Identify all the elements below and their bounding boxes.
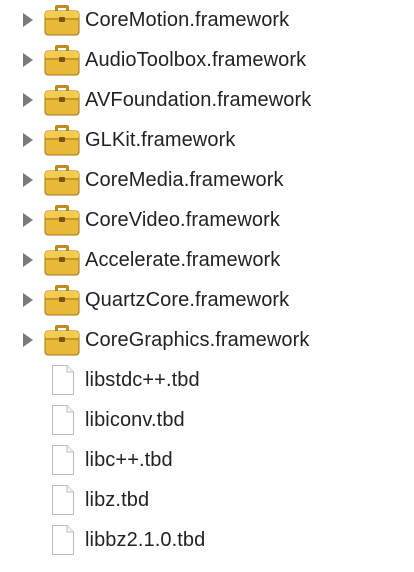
library-label: libc++.tbd (85, 449, 173, 471)
disclosure-triangle-icon[interactable] (22, 212, 34, 228)
tree-row-framework[interactable]: GLKit.framework (0, 120, 414, 160)
tree-row-library[interactable]: libbz2.1.0.tbd (0, 520, 414, 560)
framework-label: Accelerate.framework (85, 249, 281, 271)
framework-label: CoreGraphics.framework (85, 329, 310, 351)
framework-label: AVFoundation.framework (85, 89, 312, 111)
library-label: libz.tbd (85, 489, 150, 511)
disclosure-triangle-icon[interactable] (22, 92, 34, 108)
library-label: libiconv.tbd (85, 409, 185, 431)
tree-row-library[interactable]: libz.tbd (0, 480, 414, 520)
tree-row-framework[interactable]: Accelerate.framework (0, 240, 414, 280)
document-icon (51, 484, 75, 516)
framework-label: CoreMedia.framework (85, 169, 284, 191)
framework-folder-icon (44, 284, 80, 316)
document-icon (51, 524, 75, 556)
tree-row-framework[interactable]: CoreGraphics.framework (0, 320, 414, 360)
disclosure-triangle-icon[interactable] (22, 52, 34, 68)
framework-folder-icon (44, 204, 80, 236)
tree-row-framework[interactable]: CoreMotion.framework (0, 0, 414, 40)
disclosure-triangle-icon[interactable] (22, 332, 34, 348)
tree-row-library[interactable]: libstdc++.tbd (0, 360, 414, 400)
tree-row-framework[interactable]: AudioToolbox.framework (0, 40, 414, 80)
disclosure-triangle-icon[interactable] (22, 172, 34, 188)
framework-label: CoreVideo.framework (85, 209, 280, 231)
framework-label: CoreMotion.framework (85, 9, 290, 31)
framework-label: AudioToolbox.framework (85, 49, 307, 71)
tree-row-framework[interactable]: CoreVideo.framework (0, 200, 414, 240)
tree-row-framework[interactable]: AVFoundation.framework (0, 80, 414, 120)
framework-folder-icon (44, 164, 80, 196)
tree-row-framework[interactable]: QuartzCore.framework (0, 280, 414, 320)
document-icon (51, 444, 75, 476)
framework-folder-icon (44, 4, 80, 36)
tree-row-library[interactable]: libiconv.tbd (0, 400, 414, 440)
framework-folder-icon (44, 244, 80, 276)
tree-row-library[interactable]: libc++.tbd (0, 440, 414, 480)
document-icon (51, 364, 75, 396)
framework-folder-icon (44, 124, 80, 156)
library-label: libstdc++.tbd (85, 369, 200, 391)
framework-folder-icon (44, 84, 80, 116)
tree-row-framework[interactable]: CoreMedia.framework (0, 160, 414, 200)
document-icon (51, 404, 75, 436)
disclosure-triangle-icon[interactable] (22, 252, 34, 268)
framework-folder-icon (44, 324, 80, 356)
disclosure-triangle-icon[interactable] (22, 132, 34, 148)
framework-folder-icon (44, 44, 80, 76)
framework-label: GLKit.framework (85, 129, 236, 151)
disclosure-triangle-icon[interactable] (22, 12, 34, 28)
library-label: libbz2.1.0.tbd (85, 529, 206, 551)
framework-label: QuartzCore.framework (85, 289, 290, 311)
disclosure-triangle-icon[interactable] (22, 292, 34, 308)
file-navigator: CoreMotion.framework AudioToolbox.framew… (0, 0, 414, 572)
